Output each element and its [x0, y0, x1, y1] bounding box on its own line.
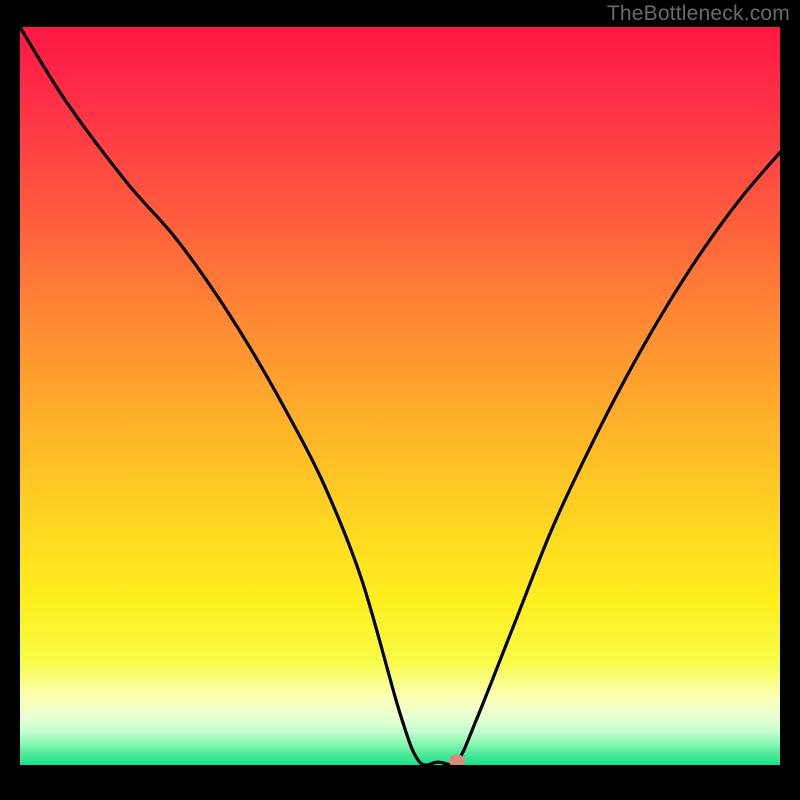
chart-frame: TheBottleneck.com — [0, 0, 800, 800]
plot-area — [20, 27, 780, 765]
bottleneck-curve — [20, 27, 780, 765]
plot-outer — [20, 27, 780, 780]
watermark-text: TheBottleneck.com — [607, 2, 790, 26]
balance-point-marker — [449, 755, 465, 765]
